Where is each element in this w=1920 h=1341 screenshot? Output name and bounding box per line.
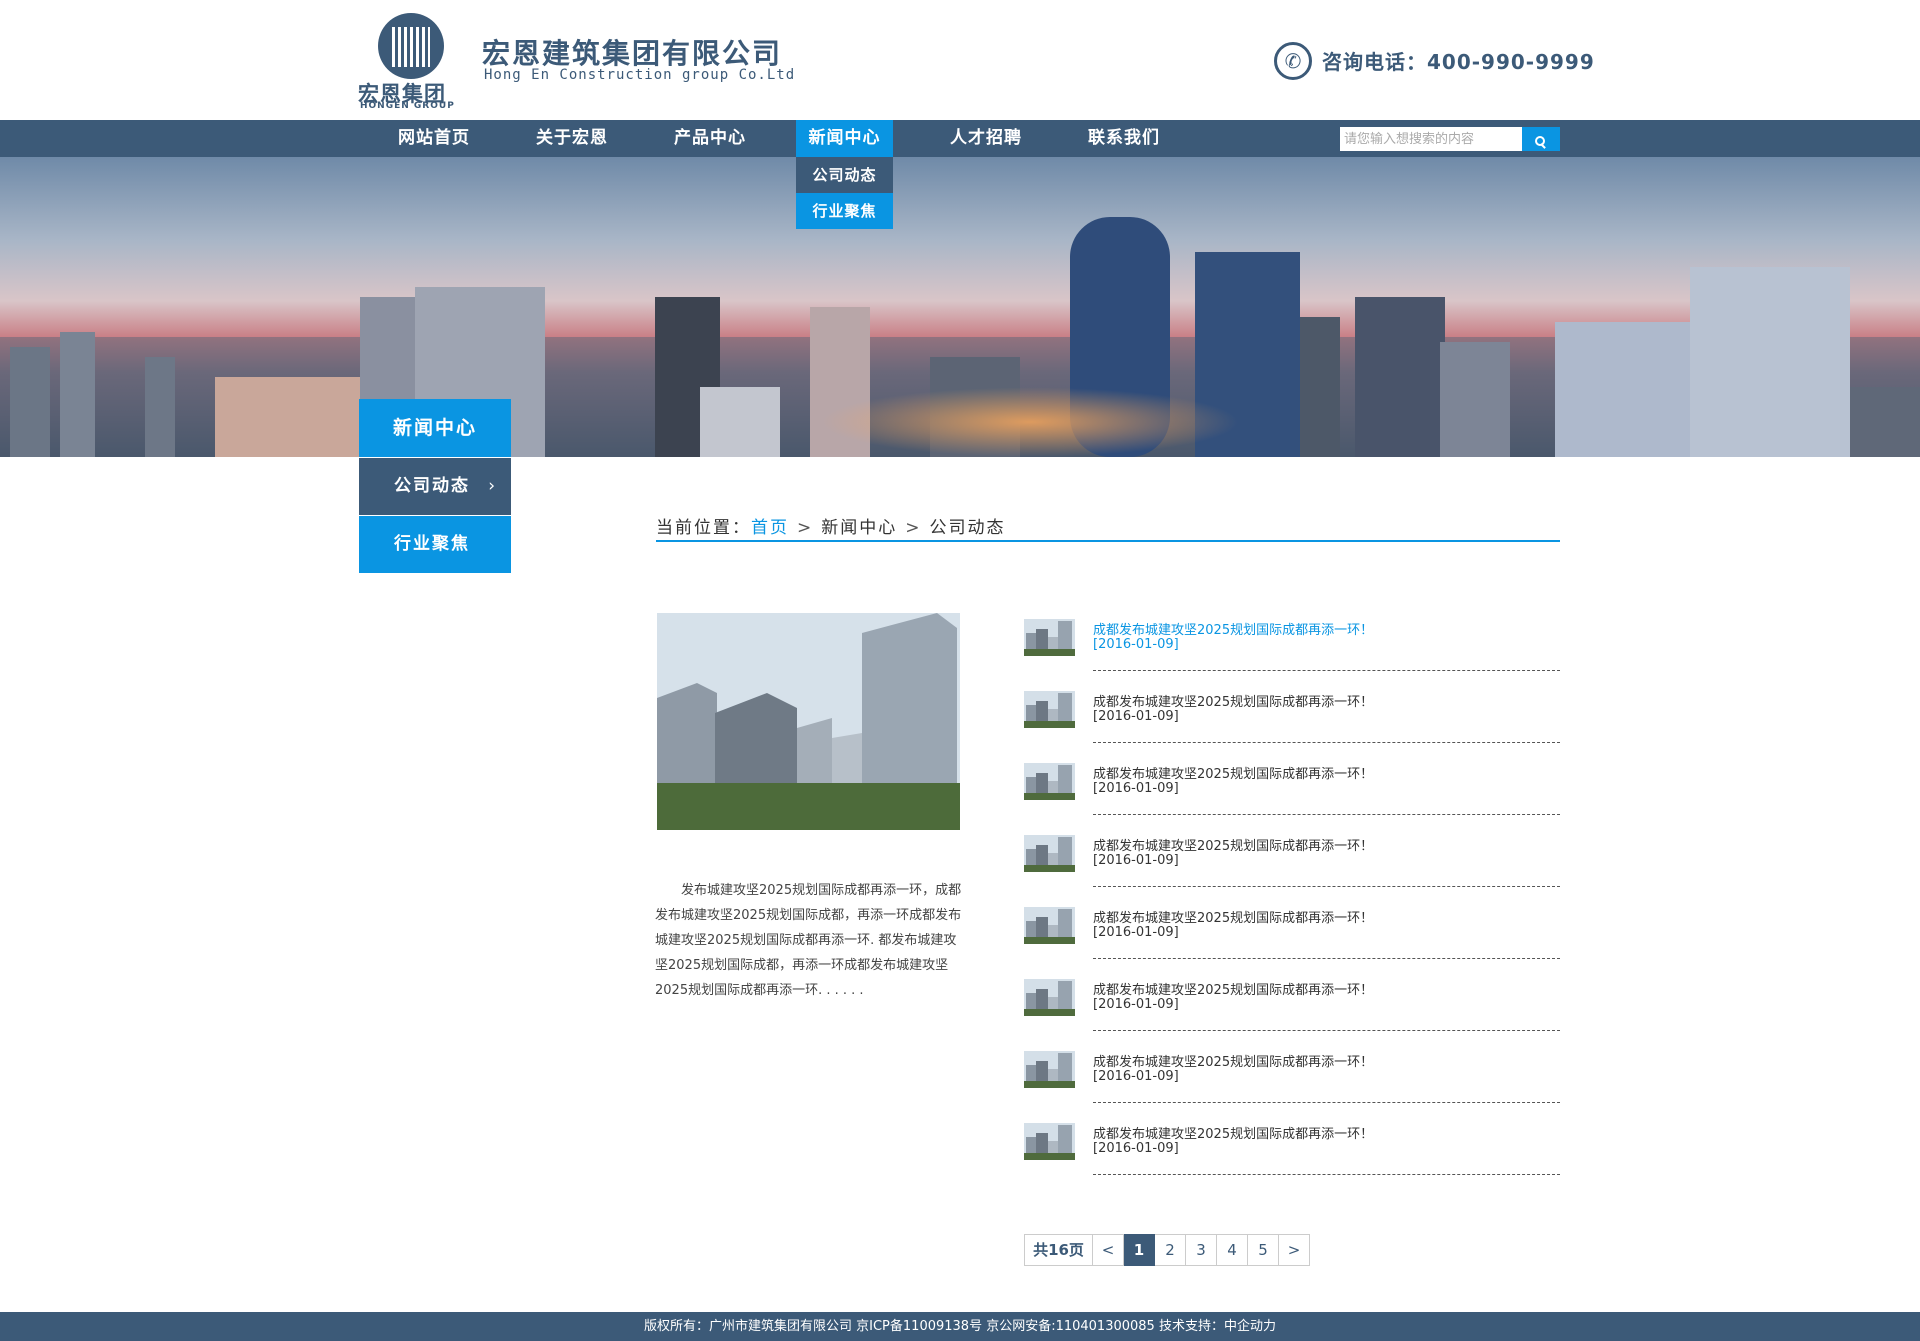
pagination-total: 共16页 bbox=[1024, 1234, 1093, 1266]
news-list-item[interactable]: 成都发布城建攻坚2025规划国际成都再添一环！ [2016-01-09] bbox=[1024, 617, 1560, 689]
breadcrumb: 当前位置：首页 > 新闻中心 > 公司动态 bbox=[656, 513, 1006, 538]
news-list-item[interactable]: 成都发布城建攻坚2025规划国际成都再添一环！ [2016-01-09] bbox=[1024, 761, 1560, 833]
news-list-item[interactable]: 成都发布城建攻坚2025规划国际成都再添一环！ [2016-01-09] bbox=[1024, 977, 1560, 1049]
pagination: 共16页 < 1 2 3 4 5 > bbox=[1024, 1234, 1310, 1266]
news-divider bbox=[1093, 1030, 1560, 1031]
phone-icon: ✆ bbox=[1274, 42, 1312, 80]
nav-item-home[interactable]: 网站首页 bbox=[385, 120, 483, 157]
chevron-right-icon[interactable]: > bbox=[1279, 1234, 1310, 1266]
news-thumbnail[interactable] bbox=[1024, 763, 1075, 800]
news-date: [2016-01-09] bbox=[1093, 637, 1179, 652]
news-thumbnail[interactable] bbox=[1024, 835, 1075, 872]
breadcrumb-separator: > bbox=[905, 518, 922, 538]
site-footer: 版权所有：广州市建筑集团有限公司 京ICP备11009138号 京公网安备:11… bbox=[0, 1312, 1920, 1341]
news-title[interactable]: 成都发布城建攻坚2025规划国际成都再添一环！ bbox=[1093, 907, 1373, 926]
news-thumbnail[interactable] bbox=[1024, 1123, 1075, 1160]
breadcrumb-underline bbox=[656, 540, 1560, 542]
news-thumbnail[interactable] bbox=[1024, 619, 1075, 656]
news-thumbnail[interactable] bbox=[1024, 691, 1075, 728]
news-divider bbox=[1093, 886, 1560, 887]
nav-item-contact[interactable]: 联系我们 bbox=[1075, 120, 1173, 157]
page-5-button[interactable]: 5 bbox=[1248, 1234, 1279, 1266]
featured-summary: 发布城建攻坚2025规划国际成都再添一环，成都发布城建攻坚2025规划国际成都，… bbox=[655, 883, 962, 998]
news-title[interactable]: 成都发布城建攻坚2025规划国际成都再添一环！ bbox=[1093, 1123, 1373, 1142]
news-title[interactable]: 成都发布城建攻坚2025规划国际成都再添一环！ bbox=[1093, 1051, 1373, 1070]
news-date: [2016-01-09] bbox=[1093, 997, 1179, 1012]
page-3-button[interactable]: 3 bbox=[1186, 1234, 1217, 1266]
chevron-left-icon[interactable]: < bbox=[1093, 1234, 1124, 1266]
logo-icon[interactable] bbox=[378, 13, 444, 79]
nav-item-careers[interactable]: 人才招聘 bbox=[937, 120, 1035, 157]
nav-item-about[interactable]: 关于宏恩 bbox=[523, 120, 621, 157]
news-divider bbox=[1093, 1174, 1560, 1175]
news-divider bbox=[1093, 742, 1560, 743]
breadcrumb-prefix: 当前位置： bbox=[656, 518, 751, 538]
news-title[interactable]: 成都发布城建攻坚2025规划国际成都再添一环！ bbox=[1093, 835, 1373, 854]
news-list-item[interactable]: 成都发布城建攻坚2025规划国际成都再添一环！ [2016-01-09] bbox=[1024, 1121, 1560, 1193]
search-icon bbox=[1535, 130, 1547, 149]
breadcrumb-separator: > bbox=[797, 518, 814, 538]
search-button[interactable] bbox=[1522, 127, 1560, 151]
page-4-button[interactable]: 4 bbox=[1217, 1234, 1248, 1266]
site-header: 宏恩集团 HONGEN GROUP 宏恩建筑集团有限公司 Hong En Con… bbox=[0, 0, 1920, 120]
chevron-right-icon: › bbox=[488, 476, 497, 496]
news-divider bbox=[1093, 958, 1560, 959]
sidebar-item-industry-focus[interactable]: 行业聚焦 bbox=[359, 516, 511, 573]
breadcrumb-home[interactable]: 首页 bbox=[751, 518, 789, 538]
news-divider bbox=[1093, 670, 1560, 671]
news-date: [2016-01-09] bbox=[1093, 1069, 1179, 1084]
search-input[interactable] bbox=[1340, 127, 1522, 151]
news-thumbnail[interactable] bbox=[1024, 979, 1075, 1016]
news-list-item[interactable]: 成都发布城建攻坚2025规划国际成都再添一环！ [2016-01-09] bbox=[1024, 689, 1560, 761]
featured-image[interactable] bbox=[657, 613, 960, 830]
company-name-en: Hong En Construction group Co.Ltd bbox=[484, 67, 796, 83]
nav-item-products[interactable]: 产品中心 bbox=[661, 120, 759, 157]
news-list-item[interactable]: 成都发布城建攻坚2025规划国际成都再添一环！ [2016-01-09] bbox=[1024, 1049, 1560, 1121]
news-date: [2016-01-09] bbox=[1093, 1141, 1179, 1156]
main-nav: 网站首页 关于宏恩 产品中心 新闻中心 人才招聘 联系我们 bbox=[0, 120, 1920, 157]
page-1-button[interactable]: 1 bbox=[1124, 1234, 1155, 1266]
news-list-item[interactable]: 成都发布城建攻坚2025规划国际成都再添一环！ [2016-01-09] bbox=[1024, 833, 1560, 905]
sidebar-item-company-news[interactable]: 公司动态 › bbox=[359, 458, 511, 515]
sidebar-item-label: 行业聚焦 bbox=[394, 534, 470, 554]
news-dropdown: 公司动态 行业聚焦 bbox=[796, 157, 893, 229]
page-2-button[interactable]: 2 bbox=[1155, 1234, 1186, 1266]
news-title[interactable]: 成都发布城建攻坚2025规划国际成都再添一环！ bbox=[1093, 691, 1373, 710]
sidebar-title: 新闻中心 bbox=[359, 399, 511, 457]
news-title[interactable]: 成都发布城建攻坚2025规划国际成都再添一环！ bbox=[1093, 763, 1373, 782]
news-title[interactable]: 成都发布城建攻坚2025规划国际成都再添一环！ bbox=[1093, 619, 1373, 638]
nav-item-news[interactable]: 新闻中心 bbox=[796, 120, 893, 157]
news-title[interactable]: 成都发布城建攻坚2025规划国际成都再添一环！ bbox=[1093, 979, 1373, 998]
phone-label: 咨询电话：400-990-9999 bbox=[1322, 50, 1595, 74]
breadcrumb-news[interactable]: 新闻中心 bbox=[821, 518, 897, 538]
news-date: [2016-01-09] bbox=[1093, 709, 1179, 724]
logo-en: HONGEN GROUP bbox=[360, 101, 455, 111]
news-thumbnail[interactable] bbox=[1024, 907, 1075, 944]
breadcrumb-current: 公司动态 bbox=[929, 518, 1006, 538]
dropdown-item-company-news[interactable]: 公司动态 bbox=[796, 157, 893, 193]
dropdown-item-industry-focus[interactable]: 行业聚焦 bbox=[796, 193, 893, 229]
news-list-item[interactable]: 成都发布城建攻坚2025规划国际成都再添一环！ [2016-01-09] bbox=[1024, 905, 1560, 977]
news-date: [2016-01-09] bbox=[1093, 925, 1179, 940]
news-thumbnail[interactable] bbox=[1024, 1051, 1075, 1088]
company-name-cn: 宏恩建筑集团有限公司 bbox=[482, 37, 783, 70]
news-date: [2016-01-09] bbox=[1093, 781, 1179, 796]
city-banner-image bbox=[0, 157, 1920, 457]
sidebar-item-label: 公司动态 bbox=[394, 476, 470, 496]
news-divider bbox=[1093, 1102, 1560, 1103]
news-divider bbox=[1093, 814, 1560, 815]
news-date: [2016-01-09] bbox=[1093, 853, 1179, 868]
